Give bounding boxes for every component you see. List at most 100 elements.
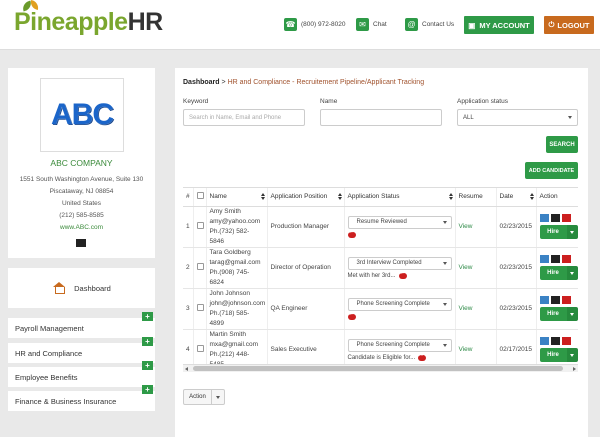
breadcrumb-root[interactable]: Dashboard [183,79,220,86]
comment-bubble-icon[interactable] [347,229,356,238]
comment-bubble-icon[interactable] [398,270,407,279]
edit-icon[interactable] [550,296,560,304]
pineapplehr-logo[interactable]: PineappleHR [14,0,163,37]
col-name[interactable]: Name [206,188,268,207]
comment-bubble-icon[interactable] [418,352,427,361]
hire-button-group[interactable]: Hire [539,307,578,321]
sidebar-dashboard-link[interactable]: Dashboard [8,268,155,308]
col-position[interactable]: Application Position [267,188,345,207]
email-icon[interactable] [539,214,549,222]
hire-dropdown-toggle[interactable] [566,348,578,362]
edit-icon[interactable] [550,255,560,263]
edit-icon[interactable] [550,214,560,222]
application-status-select[interactable]: 3rd Interview Completed [347,256,452,270]
chat-link[interactable]: ✉ Chat [356,18,387,31]
view-resume-link[interactable]: View [459,223,473,230]
application-status-select[interactable]: Phone Screening Complete [347,338,452,352]
view-resume-link[interactable]: View [459,305,473,312]
delete-icon[interactable] [561,296,571,304]
sidebar-item-payroll[interactable]: Payroll Management + [8,312,155,338]
contact-us-link[interactable]: @ Contact Us [405,18,454,31]
application-status-select[interactable]: Resume Reviewed [347,215,452,229]
status-note[interactable] [347,229,452,238]
chevron-down-icon [568,116,572,119]
expand-plus-icon[interactable]: + [142,361,153,370]
status-filter-select[interactable]: ALL [457,109,578,126]
hire-button-group[interactable]: Hire [539,266,578,280]
edit-icon[interactable] [76,239,86,247]
chat-icon: ✉ [356,18,369,31]
row-checkbox-cell[interactable] [193,206,207,248]
row-checkbox-cell[interactable] [193,247,207,289]
sort-icon[interactable] [529,193,534,201]
expand-plus-icon[interactable]: + [142,312,153,321]
bulk-action-dropdown[interactable]: Action [183,389,225,405]
col-resume: Resume [455,188,497,207]
breadcrumb: Dashboard > HR and Compliance - Recruite… [183,79,425,86]
status-cell: Resume Reviewed [344,206,456,248]
candidate-name[interactable]: Tara Goldberg [210,248,264,258]
expand-plus-icon[interactable]: + [142,337,153,346]
select-all-checkbox[interactable] [193,188,207,207]
checkbox[interactable] [196,192,204,200]
scrollbar-thumb[interactable] [193,366,563,371]
status-cell: 3rd Interview Completed Met with her 3rd.… [344,247,456,289]
status-cell: Phone Screening Complete [344,288,456,330]
hire-button-group[interactable]: Hire [539,348,578,362]
action-cell: Hire [536,288,578,330]
add-candidate-button[interactable]: ADD CANDIDATE [525,162,578,179]
keyword-search-input[interactable]: Search in Name, Email and Phone [183,109,305,126]
delete-icon[interactable] [561,255,571,263]
row-checkbox[interactable] [196,263,204,270]
application-position: QA Engineer [267,288,345,330]
delete-icon[interactable] [561,337,571,345]
col-status[interactable]: Application Status [344,188,456,207]
horizontal-scrollbar[interactable] [183,364,578,372]
row-checkbox[interactable] [196,222,204,229]
row-checkbox-cell[interactable] [193,288,207,330]
sort-icon[interactable] [448,193,453,201]
status-note[interactable]: Candidate is Eligible for... [348,352,452,361]
view-resume-link[interactable]: View [459,264,473,271]
scroll-left-icon[interactable] [185,367,188,371]
hire-dropdown-toggle[interactable] [566,266,578,280]
delete-icon[interactable] [561,214,571,222]
my-account-button[interactable]: ▣ MY ACCOUNT [464,16,534,34]
chevron-down-icon[interactable] [212,395,224,399]
email-icon[interactable] [539,255,549,263]
sidebar-item-hr-compliance[interactable]: HR and Compliance + [8,337,155,363]
hire-button[interactable]: Hire [539,348,567,362]
email-icon[interactable] [539,337,549,345]
row-checkbox[interactable] [196,345,204,352]
phone-link[interactable]: ☎ (800) 972-8020 [284,18,345,31]
search-button[interactable]: SEARCH [546,136,578,153]
status-note[interactable]: Met with her 3rd... [348,270,452,279]
email-icon[interactable] [539,296,549,304]
scroll-right-icon[interactable] [573,367,576,371]
sidebar-item-employee-benefits[interactable]: Employee Benefits + [8,361,155,387]
logout-button[interactable]: ⏻ LOGOUT [544,16,594,34]
sort-icon[interactable] [337,193,342,201]
candidate-name[interactable]: Amy Smith [210,207,264,217]
hire-button[interactable]: Hire [539,225,567,239]
candidate-name[interactable]: John Johnson [210,289,264,299]
breadcrumb-hr[interactable]: HR and Compliance [228,79,291,86]
hire-button[interactable]: Hire [539,307,567,321]
company-website-link[interactable]: www.ABC.com [8,224,155,231]
sort-icon[interactable] [260,193,265,201]
comment-bubble-icon[interactable] [347,311,356,320]
hire-button-group[interactable]: Hire [539,225,578,239]
sidebar-item-finance[interactable]: Finance & Business Insurance + [8,385,155,411]
status-note[interactable] [347,311,452,320]
hire-dropdown-toggle[interactable] [566,225,578,239]
col-date[interactable]: Date [496,188,537,207]
view-resume-link[interactable]: View [459,346,473,353]
row-checkbox[interactable] [196,304,204,311]
expand-plus-icon[interactable]: + [142,385,153,394]
candidate-name[interactable]: Martin Smith [210,330,264,340]
edit-icon[interactable] [550,337,560,345]
hire-dropdown-toggle[interactable] [566,307,578,321]
name-input[interactable] [320,109,442,126]
application-status-select[interactable]: Phone Screening Complete [347,297,452,311]
hire-button[interactable]: Hire [539,266,567,280]
